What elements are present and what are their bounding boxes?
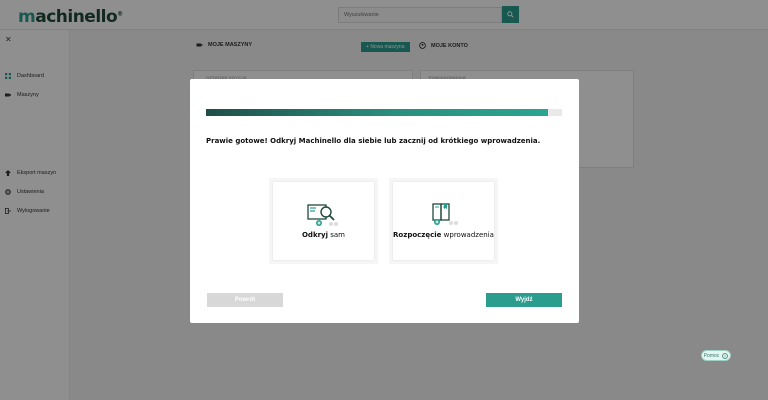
back-button[interactable]: Powrót [207,293,283,307]
onboarding-modal: Prawie gotowe! Odkryj Machinello dla sie… [190,79,579,323]
svg-text:?: ? [724,354,726,358]
help-label: Pomoc [703,352,720,359]
question-icon: ? [722,352,729,359]
start-tutorial-option[interactable]: Rozpoczęcie wprowadzenia [389,178,498,264]
discover-yourself-option[interactable]: Odkryj sam [269,178,378,264]
progress-bar-fill [206,109,548,116]
help-button[interactable]: Pomoc ? [701,350,731,361]
start-tutorial-label: Rozpoczęcie wprowadzenia [393,231,494,239]
discover-yourself-label: Odkryj sam [301,231,345,239]
modal-heading: Prawie gotowe! Odkryj Machinello dla sie… [206,137,541,145]
discover-icon [306,204,338,226]
tutorial-book-icon [431,203,458,225]
progress-bar [206,109,562,116]
exit-button[interactable]: Wyjdź [486,293,562,307]
